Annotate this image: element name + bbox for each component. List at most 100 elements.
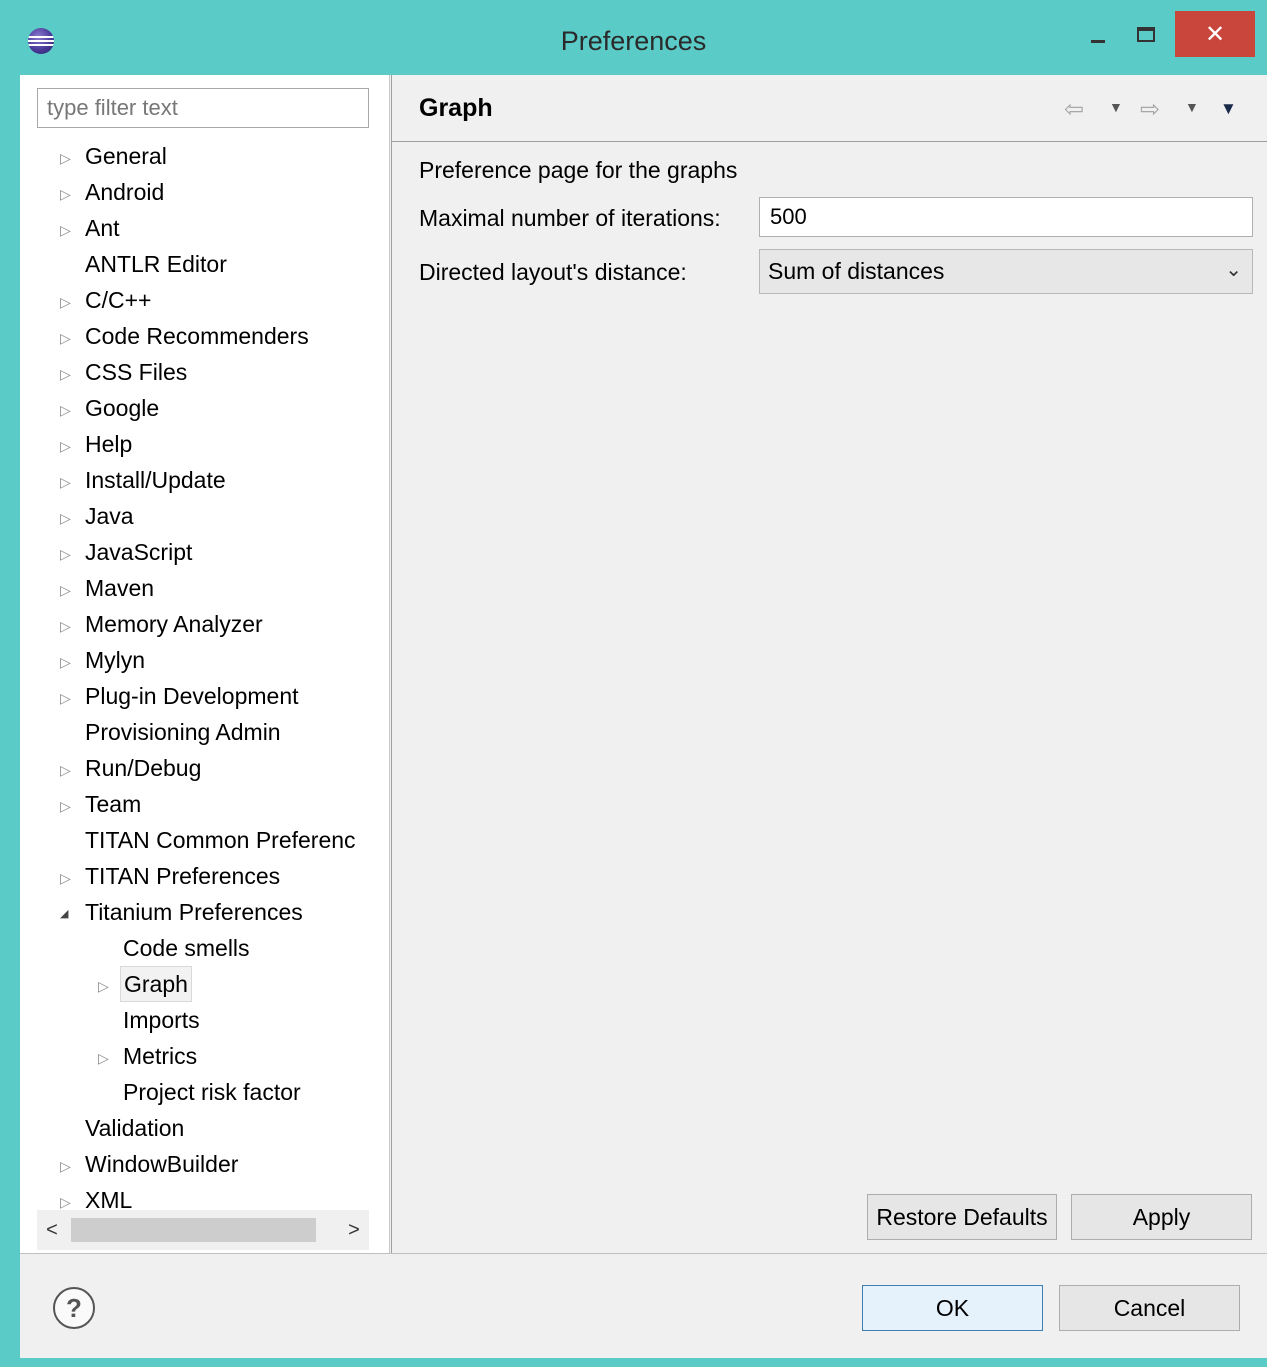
tree-item-label: Install/Update (85, 467, 226, 493)
collapsed-arrow-icon[interactable]: ▷ (60, 642, 74, 678)
collapsed-arrow-icon[interactable]: ▷ (60, 534, 74, 570)
collapsed-arrow-icon[interactable]: ▷ (60, 678, 74, 714)
scroll-right-icon[interactable]: > (339, 1210, 369, 1250)
tree-item[interactable]: ANTLR Editor (20, 246, 389, 282)
back-history-dropdown-icon[interactable]: ▼ (1109, 99, 1123, 115)
tree-item[interactable]: ▷ Google (20, 390, 389, 426)
page-header: Graph ⇦ ▼ ⇨ ▼ ▼ (392, 75, 1267, 142)
tree-item[interactable]: ▷ Android (20, 174, 389, 210)
tree-item[interactable]: ◢ Titanium Preferences (20, 894, 389, 930)
collapsed-arrow-icon[interactable]: ▷ (60, 318, 74, 354)
tree-item[interactable]: ▷ Run/Debug (20, 750, 389, 786)
tree-item[interactable]: ▷ Ant (20, 210, 389, 246)
tree-item-label: Maven (85, 575, 155, 601)
tree-item[interactable]: ▷ WindowBuilder (20, 1146, 389, 1182)
collapsed-arrow-icon[interactable]: ▷ (60, 1182, 74, 1210)
back-arrow-icon[interactable]: ⇦ (1064, 95, 1084, 124)
collapsed-arrow-icon[interactable]: ▷ (60, 138, 74, 174)
collapsed-arrow-icon[interactable]: ▷ (60, 786, 74, 822)
tree-item[interactable]: ▷ Maven (20, 570, 389, 606)
tree-item[interactable]: ▷ Memory Analyzer (20, 606, 389, 642)
maximize-button[interactable] (1122, 11, 1169, 57)
tree-item[interactable]: ▷ Code Recommenders (20, 318, 389, 354)
ok-button[interactable]: OK (862, 1285, 1043, 1331)
preference-tree: ▷ General ▷ Android ▷ Ant ANTLR Editor ▷ C/C++ ▷ C… (20, 138, 389, 1210)
tree-item-label: Plug-in Development (85, 683, 299, 709)
cancel-button[interactable]: Cancel (1059, 1285, 1240, 1331)
view-menu-icon[interactable]: ▼ (1220, 99, 1237, 119)
tree-item[interactable]: ▷ Java (20, 498, 389, 534)
tree-item[interactable]: ▷ Plug-in Development (20, 678, 389, 714)
page-title: Graph (419, 94, 493, 122)
tree-item-label: Imports (123, 1007, 200, 1033)
collapsed-arrow-icon[interactable]: ▷ (60, 426, 74, 462)
tree-item-label: Google (85, 395, 160, 421)
tree-item-label: Help (85, 431, 133, 457)
apply-button[interactable]: Apply (1071, 1194, 1252, 1240)
iterations-input[interactable] (759, 197, 1253, 237)
tree-item-label: General (85, 143, 167, 169)
collapsed-arrow-icon[interactable]: ▷ (60, 498, 74, 534)
collapsed-arrow-icon[interactable]: ▷ (60, 606, 74, 642)
collapsed-arrow-icon[interactable]: ▷ (60, 858, 74, 894)
collapsed-arrow-icon[interactable]: ▷ (60, 354, 74, 390)
tree-item[interactable]: Validation (20, 1110, 389, 1146)
tree-item-label: WindowBuilder (85, 1151, 239, 1177)
tree-item[interactable]: ▷ C/C++ (20, 282, 389, 318)
tree-item[interactable]: Imports (20, 1002, 389, 1038)
tree-item[interactable]: ▷ Install/Update (20, 462, 389, 498)
tree-item-label: JavaScript (85, 539, 193, 565)
collapsed-arrow-icon[interactable]: ▷ (98, 1038, 112, 1074)
tree-item-label: Code smells (123, 935, 250, 961)
close-button[interactable]: ✕ (1175, 11, 1255, 57)
tree-item[interactable]: ▷ CSS Files (20, 354, 389, 390)
tree-item-label: Ant (85, 215, 120, 241)
tree-item[interactable]: ▷ Team (20, 786, 389, 822)
scrollbar-thumb[interactable] (71, 1218, 316, 1242)
collapsed-arrow-icon[interactable]: ▷ (60, 750, 74, 786)
collapsed-arrow-icon[interactable]: ▷ (98, 966, 112, 1002)
minimize-button[interactable] (1075, 11, 1120, 57)
collapsed-arrow-icon[interactable]: ▷ (60, 390, 74, 426)
tree-item[interactable]: Provisioning Admin (20, 714, 389, 750)
collapsed-arrow-icon[interactable]: ▷ (60, 210, 74, 246)
tree-item[interactable]: ▷ TITAN Preferences (20, 858, 389, 894)
chevron-down-icon: ⌄ (1225, 259, 1242, 281)
title-bar: Preferences ✕ (0, 0, 1267, 75)
tree-item[interactable]: ▷ Metrics (20, 1038, 389, 1074)
tree-item-label: Project risk factor (123, 1079, 301, 1105)
filter-input[interactable] (37, 88, 369, 128)
tree-item-label: ANTLR Editor (85, 251, 227, 277)
collapsed-arrow-icon[interactable]: ▷ (60, 1146, 74, 1182)
tree-item-label: Run/Debug (85, 755, 202, 781)
tree-item-label: Android (85, 179, 165, 205)
horizontal-scrollbar[interactable]: < > (37, 1210, 369, 1250)
expanded-arrow-icon[interactable]: ◢ (60, 894, 74, 930)
tree-item[interactable]: ▷ Graph (20, 966, 389, 1002)
tree-item[interactable]: ▷ JavaScript (20, 534, 389, 570)
tree-item[interactable]: ▷ Mylyn (20, 642, 389, 678)
forward-history-dropdown-icon[interactable]: ▼ (1185, 99, 1199, 115)
forward-arrow-icon[interactable]: ⇨ (1140, 95, 1160, 124)
iterations-label: Maximal number of iterations: (419, 205, 721, 231)
tree-item[interactable]: Project risk factor (20, 1074, 389, 1110)
maximize-icon (1136, 26, 1155, 42)
tree-item-label: Code Recommenders (85, 323, 309, 349)
bottom-divider (20, 1253, 1267, 1254)
tree-item-label: TITAN Common Preferenc (85, 827, 356, 853)
collapsed-arrow-icon[interactable]: ▷ (60, 462, 74, 498)
scroll-left-icon[interactable]: < (37, 1210, 67, 1250)
tree-item[interactable]: Code smells (20, 930, 389, 966)
collapsed-arrow-icon[interactable]: ▷ (60, 174, 74, 210)
tree-item[interactable]: ▷ XML (20, 1182, 389, 1210)
collapsed-arrow-icon[interactable]: ▷ (60, 282, 74, 318)
restore-defaults-button[interactable]: Restore Defaults (867, 1194, 1057, 1240)
tree-item[interactable]: ▷ General (20, 138, 389, 174)
page-description: Preference page for the graphs (419, 157, 738, 183)
collapsed-arrow-icon[interactable]: ▷ (60, 570, 74, 606)
distance-select-value: Sum of distances (768, 258, 945, 284)
distance-select[interactable]: Sum of distances ⌄ (759, 249, 1253, 294)
help-icon[interactable]: ? (53, 1287, 95, 1329)
tree-item[interactable]: ▷ Help (20, 426, 389, 462)
tree-item[interactable]: TITAN Common Preferenc (20, 822, 389, 858)
